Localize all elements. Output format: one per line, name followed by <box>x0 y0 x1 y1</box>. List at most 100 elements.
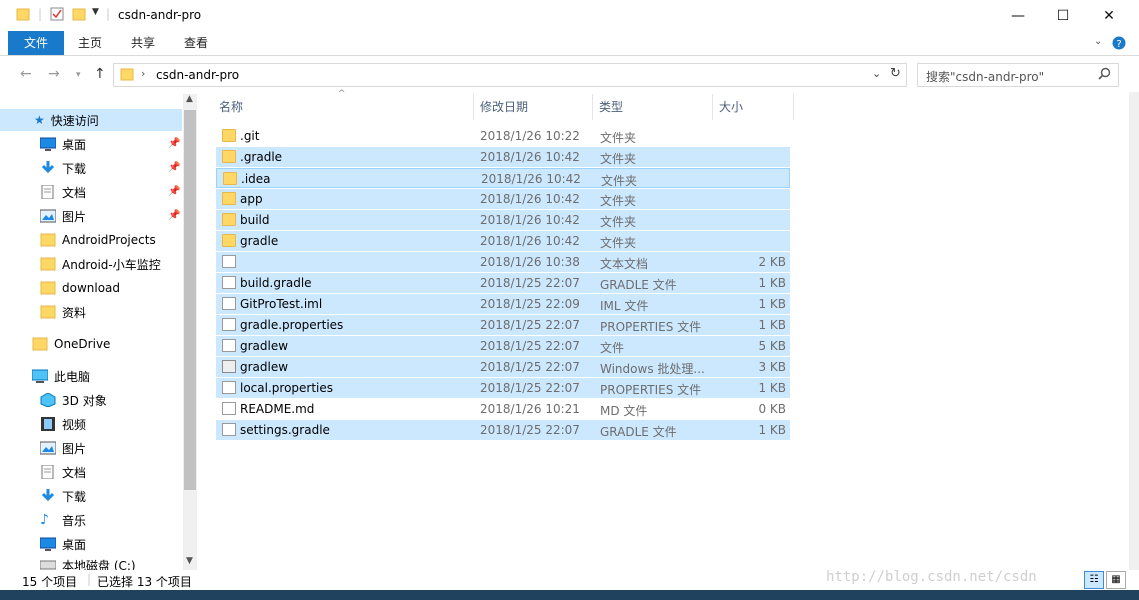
file-modified: 2018/1/25 22:07 <box>480 381 580 395</box>
pin-icon[interactable]: 📌 <box>168 138 180 149</box>
nav-item-music[interactable]: ♪ 音乐 <box>40 509 86 531</box>
tab-share[interactable]: 共享 <box>123 31 163 55</box>
file-row[interactable]: .git 2018/1/26 10:22 文件夹 <box>216 126 790 146</box>
file-modified: 2018/1/26 10:42 <box>481 172 581 186</box>
nav-item-pictures[interactable]: 图片 <box>39 205 86 227</box>
tab-home[interactable]: 主页 <box>70 31 110 55</box>
address-bar[interactable]: › csdn-andr-pro ⌄ ↻ <box>113 63 907 87</box>
tab-file[interactable]: 文件 <box>8 31 64 55</box>
nav-item-downloads[interactable]: 下载 <box>40 157 86 179</box>
nav-item-documents-pc[interactable]: 文档 <box>40 461 86 483</box>
nav-onedrive[interactable]: OneDrive <box>32 333 110 355</box>
large-icons-view-button[interactable]: ▦ <box>1106 571 1126 589</box>
nav-label: 文档 <box>62 465 87 480</box>
column-header-modified[interactable]: 修改日期 <box>480 94 528 120</box>
pin-icon[interactable]: 📌 <box>168 186 180 197</box>
recent-locations-icon[interactable]: ▾ <box>76 70 81 80</box>
nav-this-pc[interactable]: 此电脑 <box>31 365 90 387</box>
file-type: Windows 批处理... <box>600 362 705 376</box>
nav-item-videos[interactable]: 视频 <box>40 413 86 435</box>
search-input[interactable]: 搜索"csdn-andr-pro" <box>917 63 1119 87</box>
close-button[interactable]: ✕ <box>1086 0 1132 31</box>
nav-scrollbar[interactable]: ▲ ▼ <box>183 94 197 570</box>
file-row[interactable]: 2018/1/26 10:38 文本文档 2 KB <box>216 252 790 272</box>
file-row[interactable]: gradle 2018/1/26 10:42 文件夹 <box>216 231 790 251</box>
forward-icon[interactable]: → <box>48 66 60 82</box>
file-type: PROPERTIES 文件 <box>600 383 702 397</box>
customize-toolbar-icon[interactable]: ▼ <box>92 7 99 17</box>
file-name: GitProTest.iml <box>240 297 323 311</box>
nav-item-materials[interactable]: 资料 <box>40 301 86 323</box>
properties-icon[interactable] <box>50 7 64 21</box>
file-type: 文件夹 <box>600 236 637 250</box>
file-row[interactable]: gradle.properties 2018/1/25 22:07 PROPERTI… <box>216 315 790 335</box>
tab-view[interactable]: 查看 <box>176 31 216 55</box>
nav-item-android-car-monitor[interactable]: Android-小车监控 <box>40 253 161 275</box>
file-icon <box>222 339 236 352</box>
refresh-icon[interactable]: ↻ <box>890 66 901 81</box>
batch-file-icon <box>222 360 236 373</box>
scroll-up-icon[interactable]: ▲ <box>186 94 193 104</box>
column-divider[interactable] <box>473 94 474 120</box>
file-name: build <box>240 213 270 227</box>
nav-label: AndroidProjects <box>62 233 156 247</box>
folder-icon <box>222 234 236 247</box>
file-modified: 2018/1/25 22:09 <box>480 297 580 311</box>
file-row[interactable]: build 2018/1/26 10:42 文件夹 <box>216 210 790 230</box>
nav-quick-access[interactable]: ★ 快速访问 <box>0 109 182 131</box>
expand-ribbon-icon[interactable]: ⌄ <box>1094 36 1102 47</box>
details-view-button[interactable]: ☷ <box>1084 571 1104 589</box>
column-header-size[interactable]: 大小 <box>719 94 743 120</box>
search-icon[interactable] <box>1098 67 1111 83</box>
file-row[interactable]: app 2018/1/26 10:42 文件夹 <box>216 189 790 209</box>
chevron-down-icon[interactable]: ⌄ <box>872 67 881 80</box>
file-type: 文件 <box>600 341 625 355</box>
column-divider[interactable] <box>592 94 593 120</box>
new-folder-icon[interactable] <box>72 7 86 21</box>
column-divider[interactable] <box>712 94 713 120</box>
pin-icon[interactable]: 📌 <box>168 210 180 221</box>
back-icon[interactable]: ← <box>20 66 32 82</box>
address-path[interactable]: csdn-andr-pro <box>156 68 239 82</box>
nav-item-local-disk[interactable]: 本地磁盘 (C:) <box>40 557 136 570</box>
file-type: GRADLE 文件 <box>600 278 677 292</box>
column-header-type[interactable]: 类型 <box>599 94 623 120</box>
nav-item-download-folder[interactable]: download <box>40 277 120 299</box>
help-icon[interactable]: ? <box>1112 36 1126 53</box>
file-row[interactable]: .gradle 2018/1/26 10:42 文件夹 <box>216 147 790 167</box>
scroll-down-icon[interactable]: ▼ <box>186 556 193 566</box>
navigation-pane: ★ 快速访问 桌面 📌 下载 📌 文档 📌 图片 📌 AndroidProjec… <box>0 92 198 570</box>
window-right-edge <box>1129 92 1139 570</box>
up-icon[interactable]: ↑ <box>94 66 106 82</box>
folder-icon <box>120 67 134 84</box>
file-row[interactable]: gradlew 2018/1/25 22:07 文件 5 KB <box>216 336 790 356</box>
nav-item-androidprojects[interactable]: AndroidProjects <box>40 229 156 251</box>
minimize-button[interactable]: — <box>995 0 1041 31</box>
column-divider[interactable] <box>793 94 794 120</box>
nav-item-3d-objects[interactable]: 3D 对象 <box>40 389 107 411</box>
file-name: app <box>240 192 263 206</box>
onedrive-folder-icon <box>32 337 48 351</box>
pin-icon[interactable]: 📌 <box>168 162 180 173</box>
chevron-right-icon[interactable]: › <box>141 67 145 80</box>
nav-item-documents[interactable]: 文档 <box>40 181 86 203</box>
file-modified: 2018/1/25 22:07 <box>480 318 580 332</box>
file-row[interactable]: .idea 2018/1/26 10:42 文件夹 <box>216 168 790 188</box>
file-row[interactable]: GitProTest.iml 2018/1/25 22:09 IML 文件 1 KB <box>216 294 790 314</box>
scrollbar-thumb[interactable] <box>184 110 196 490</box>
file-row[interactable]: settings.gradle 2018/1/25 22:07 GRADLE 文件 1… <box>216 420 790 440</box>
file-row[interactable]: local.properties 2018/1/25 22:07 PROPERTIE… <box>216 378 790 398</box>
video-icon <box>40 417 56 431</box>
file-modified: 2018/1/25 22:07 <box>480 276 580 290</box>
maximize-button[interactable]: ☐ <box>1040 0 1086 31</box>
file-row[interactable]: build.gradle 2018/1/25 22:07 GRADLE 文件 1 KB <box>216 273 790 293</box>
nav-item-pictures-pc[interactable]: 图片 <box>39 437 86 459</box>
file-row[interactable]: README.md 2018/1/26 10:21 MD 文件 0 KB <box>216 399 790 419</box>
nav-item-desktop[interactable]: 桌面 <box>39 133 86 155</box>
nav-item-downloads-pc[interactable]: 下载 <box>40 485 86 507</box>
column-header-name[interactable]: 名称 <box>219 94 243 120</box>
nav-label: 音乐 <box>62 513 87 528</box>
nav-item-desktop-pc[interactable]: 桌面 <box>39 533 86 555</box>
file-size: 1 KB <box>758 318 786 332</box>
file-row[interactable]: gradlew 2018/1/25 22:07 Windows 批处理... 3 KB <box>216 357 790 377</box>
